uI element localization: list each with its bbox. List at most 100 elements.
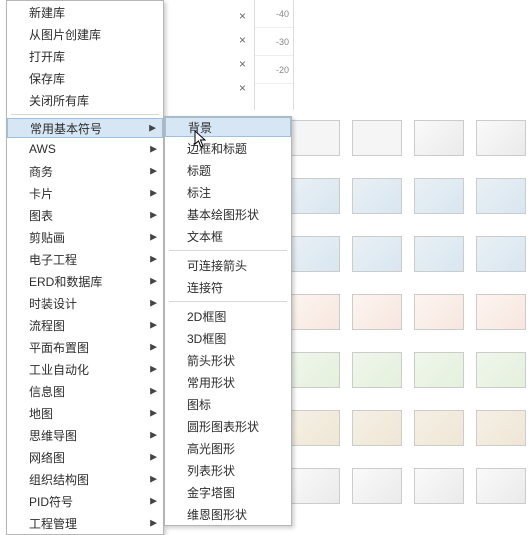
menu-separator — [169, 301, 287, 302]
bg-thumb[interactable] — [414, 120, 464, 156]
ruler: -40 -30 -20 — [254, 0, 294, 110]
close-icon[interactable]: × — [235, 33, 250, 47]
menu-item[interactable]: 关闭所有库 — [7, 89, 163, 111]
menu-item[interactable]: 电子工程▶ — [7, 248, 163, 270]
library-menu[interactable]: 新建库从图片创建库打开库保存库关闭所有库常用基本符号▶AWS▶商务▶卡片▶图表▶… — [6, 0, 164, 535]
library-submenu[interactable]: 背景边框和标题标题标注基本绘图形状文本框可连接箭头连接符 2D框图3D框图箭头形状… — [164, 116, 292, 526]
submenu-item[interactable]: 常用形状 — [165, 371, 291, 393]
submenu-item[interactable]: 边框和标题 — [165, 137, 291, 159]
bg-thumb[interactable] — [414, 352, 464, 388]
chevron-right-icon: ▶ — [150, 430, 157, 441]
bg-thumb[interactable] — [414, 294, 464, 330]
menu-item[interactable]: 时装设计▶ — [7, 292, 163, 314]
ruler-tick: -40 — [276, 9, 289, 19]
bg-thumb[interactable] — [476, 352, 526, 388]
bg-thumb[interactable] — [414, 236, 464, 272]
chevron-right-icon: ▶ — [150, 188, 157, 199]
menu-separator — [11, 114, 159, 115]
menu-item[interactable]: 剪贴画▶ — [7, 226, 163, 248]
close-icon[interactable]: × — [235, 57, 250, 71]
submenu-item[interactable]: 标注 — [165, 181, 291, 203]
chevron-right-icon: ▶ — [150, 144, 157, 155]
menu-item[interactable]: 网络图▶ — [7, 446, 163, 468]
bg-thumb[interactable] — [476, 294, 526, 330]
bg-thumb[interactable] — [352, 294, 402, 330]
menu-item-label: AWS — [29, 142, 56, 156]
bg-thumb[interactable] — [352, 236, 402, 272]
submenu-item[interactable]: 金字塔图 — [165, 481, 291, 503]
bg-thumb[interactable] — [290, 468, 340, 504]
chevron-right-icon: ▶ — [150, 386, 157, 397]
ruler-tick: -30 — [276, 37, 289, 47]
bg-thumb[interactable] — [352, 410, 402, 446]
menu-item[interactable]: 从图片创建库 — [7, 23, 163, 45]
close-icon[interactable]: × — [235, 81, 250, 95]
submenu-item[interactable]: 高光图形 — [165, 437, 291, 459]
menu-item-label: 平面布置图 — [29, 339, 89, 356]
bg-thumb[interactable] — [476, 120, 526, 156]
chevron-right-icon: ▶ — [150, 408, 157, 419]
menu-item[interactable]: PID符号▶ — [7, 490, 163, 512]
submenu-item[interactable]: 3D框图 — [165, 327, 291, 349]
menu-item-label: 地图 — [29, 405, 53, 422]
bg-thumb[interactable] — [414, 410, 464, 446]
menu-item[interactable]: 地图 ▶ — [7, 402, 163, 424]
submenu-item[interactable]: 连接符 — [165, 276, 291, 298]
close-icon[interactable]: × — [235, 9, 250, 23]
bg-thumb[interactable] — [290, 120, 340, 156]
menu-separator — [169, 250, 287, 251]
submenu-item[interactable]: 列表形状 — [165, 459, 291, 481]
bg-thumb[interactable] — [476, 178, 526, 214]
submenu-item[interactable]: 可连接箭头 — [165, 254, 291, 276]
submenu-item[interactable]: 圆形图表形状 — [165, 415, 291, 437]
chevron-right-icon: ▶ — [150, 254, 157, 265]
bg-thumb[interactable] — [352, 120, 402, 156]
menu-item-label: PID符号 — [29, 493, 73, 510]
bg-thumb[interactable] — [476, 468, 526, 504]
chevron-right-icon: ▶ — [150, 452, 157, 463]
bg-thumb[interactable] — [352, 178, 402, 214]
bg-thumb[interactable] — [414, 468, 464, 504]
menu-item[interactable]: 信息图 ▶ — [7, 380, 163, 402]
bg-thumb[interactable] — [476, 236, 526, 272]
menu-item[interactable]: 组织结构图▶ — [7, 468, 163, 490]
menu-item-label: 常用基本符号 — [30, 120, 102, 137]
bg-thumb[interactable] — [352, 468, 402, 504]
menu-item[interactable]: 常用基本符号▶ — [7, 118, 163, 138]
menu-item[interactable]: 图表▶ — [7, 204, 163, 226]
menu-item[interactable]: 工程管理▶ — [7, 512, 163, 534]
chevron-right-icon: ▶ — [150, 474, 157, 485]
menu-item[interactable]: ERD和数据库▶ — [7, 270, 163, 292]
submenu-item[interactable]: 背景 — [165, 117, 291, 137]
menu-item[interactable]: AWS ▶ — [7, 138, 163, 160]
bg-thumb[interactable] — [290, 352, 340, 388]
bg-thumb[interactable] — [290, 410, 340, 446]
submenu-item[interactable]: 文本框 — [165, 225, 291, 247]
chevron-right-icon: ▶ — [150, 210, 157, 221]
bg-thumb[interactable] — [290, 178, 340, 214]
bg-thumb[interactable] — [352, 352, 402, 388]
menu-item[interactable]: 保存库 — [7, 67, 163, 89]
chevron-right-icon: ▶ — [150, 518, 157, 529]
submenu-item[interactable]: 基本绘图形状 — [165, 203, 291, 225]
menu-item[interactable]: 打开库 — [7, 45, 163, 67]
bg-thumb[interactable] — [414, 178, 464, 214]
menu-item[interactable]: 平面布置图▶ — [7, 336, 163, 358]
submenu-item[interactable]: 图标 — [165, 393, 291, 415]
menu-item[interactable]: 卡片▶ — [7, 182, 163, 204]
menu-item[interactable]: 新建库 — [7, 1, 163, 23]
menu-item[interactable]: 商务▶ — [7, 160, 163, 182]
menu-item[interactable]: 工业自动化▶ — [7, 358, 163, 380]
submenu-item[interactable]: 维恩图形状 — [165, 503, 291, 525]
menu-item[interactable]: 思维导图▶ — [7, 424, 163, 446]
ruler-tick: -20 — [276, 65, 289, 75]
menu-item-label: 信息图 — [29, 383, 65, 400]
bg-thumb[interactable] — [290, 236, 340, 272]
submenu-item[interactable]: 箭头形状 — [165, 349, 291, 371]
chevron-right-icon: ▶ — [150, 320, 157, 331]
bg-thumb[interactable] — [290, 294, 340, 330]
submenu-item[interactable]: 标题 — [165, 159, 291, 181]
submenu-item[interactable]: 2D框图 — [165, 305, 291, 327]
bg-thumb[interactable] — [476, 410, 526, 446]
menu-item[interactable]: 流程图▶ — [7, 314, 163, 336]
